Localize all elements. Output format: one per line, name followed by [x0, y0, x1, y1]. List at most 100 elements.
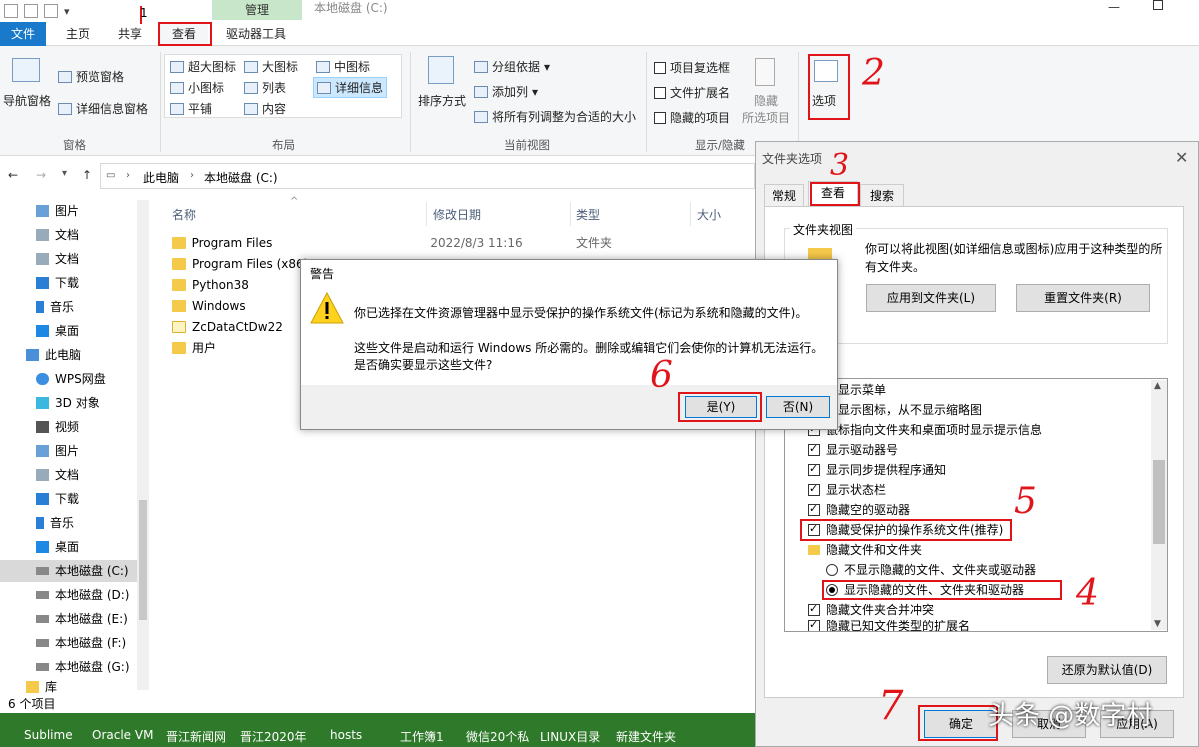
properties-icon[interactable]: [24, 4, 38, 18]
layout-tiles[interactable]: 平铺: [170, 100, 212, 117]
nav-item-downloads-2[interactable]: 下载: [36, 488, 79, 510]
file-row[interactable]: Program Files 2022/8/3 11:16 文件夹: [172, 233, 612, 253]
chevron-down-icon[interactable]: ▾: [62, 168, 67, 179]
nav-item-drive-e[interactable]: 本地磁盘 (E:): [36, 608, 128, 630]
nav-item-drive-g[interactable]: 本地磁盘 (G:): [36, 656, 130, 678]
taskbar-item-wechat[interactable]: 微信20个私: [466, 728, 529, 745]
advanced-list-scrollbar-thumb[interactable]: [1153, 460, 1165, 544]
layout-medium-icons[interactable]: 中图标: [316, 58, 370, 75]
nav-item-pictures[interactable]: 图片: [36, 200, 79, 222]
nav-item-music-2[interactable]: 音乐: [36, 512, 74, 534]
tab-drive-tools[interactable]: 驱动器工具: [216, 22, 296, 46]
restore-defaults-button[interactable]: 还原为默认值(D): [1047, 656, 1167, 684]
item-checkboxes-toggle[interactable]: 项目复选框: [654, 59, 730, 76]
navigation-pane-button[interactable]: 导航窗格: [3, 92, 51, 109]
back-arrow-icon[interactable]: ←: [8, 168, 18, 182]
layout-content[interactable]: 内容: [244, 100, 286, 117]
no-button[interactable]: 否(N): [766, 396, 830, 418]
nav-item-documents[interactable]: 文档: [36, 224, 79, 246]
nav-scrollbar-thumb[interactable]: [139, 500, 147, 620]
taskbar-item-hosts[interactable]: hosts: [330, 728, 362, 742]
maximize-button[interactable]: [1153, 0, 1163, 10]
tab-home[interactable]: 主页: [56, 22, 100, 46]
quick-access-toolbar[interactable]: ▾: [4, 2, 70, 20]
scroll-down-icon[interactable]: ▼: [1154, 619, 1161, 629]
nav-item-desktop-2[interactable]: 桌面: [36, 536, 79, 558]
preview-pane-button[interactable]: 预览窗格: [58, 68, 124, 85]
taskbar-item-virtualbox[interactable]: Oracle VM: [92, 728, 153, 742]
tab-search[interactable]: 搜索: [860, 184, 904, 206]
checkbox[interactable]: [808, 442, 820, 456]
nav-item-videos[interactable]: 视频: [36, 416, 79, 438]
checkbox[interactable]: [654, 61, 666, 74]
nav-item-downloads[interactable]: 下载: [36, 272, 79, 294]
breadcrumb-this-pc[interactable]: 此电脑: [143, 169, 179, 186]
hidden-items-toggle[interactable]: 隐藏的项目: [654, 109, 730, 126]
nav-item-wps-cloud[interactable]: WPS网盘: [36, 368, 106, 390]
reset-folders-button[interactable]: 重置文件夹(R): [1016, 284, 1150, 312]
address-bar[interactable]: [100, 163, 755, 189]
option-show-sync-notifications[interactable]: 显示同步提供程序通知: [808, 460, 946, 480]
close-icon[interactable]: ✕: [1175, 148, 1188, 167]
radio-button[interactable]: [826, 564, 838, 576]
checkbox[interactable]: [654, 86, 666, 99]
nav-item-this-pc[interactable]: 此电脑: [26, 344, 81, 366]
tab-share[interactable]: 共享: [108, 22, 152, 46]
option-show-status-bar[interactable]: 显示状态栏: [808, 480, 886, 500]
add-columns-button[interactable]: 添加列 ▾: [474, 83, 538, 100]
breadcrumb-drive-c[interactable]: 本地磁盘 (C:): [204, 169, 278, 186]
minimize-button[interactable]: —: [1108, 0, 1120, 14]
layout-small-icons[interactable]: 小图标: [170, 79, 224, 96]
new-folder-icon[interactable]: [44, 4, 58, 18]
apply-to-folders-button[interactable]: 应用到文件夹(L): [866, 284, 996, 312]
forward-arrow-icon[interactable]: →: [36, 168, 46, 182]
file-row[interactable]: Windows: [172, 296, 246, 316]
checkbox[interactable]: [808, 482, 820, 496]
option-show-popup-descriptions[interactable]: 鼠标指向文件夹和桌面项时显示提示信息: [808, 420, 1042, 440]
nav-item-documents-2[interactable]: 文档: [36, 248, 79, 270]
checkbox[interactable]: [808, 462, 820, 476]
layout-large-icons[interactable]: 大图标: [244, 58, 298, 75]
file-row[interactable]: Program Files (x86): [172, 254, 308, 274]
chevron-down-icon[interactable]: ▾: [64, 5, 70, 18]
file-extensions-toggle[interactable]: 文件扩展名: [654, 84, 730, 101]
nav-item-music[interactable]: 音乐: [36, 296, 74, 318]
checkbox[interactable]: [808, 602, 820, 616]
file-row[interactable]: ZcDataCtDw22: [172, 317, 283, 337]
option-dont-show-hidden[interactable]: 不显示隐藏的文件、文件夹或驱动器: [826, 560, 1036, 580]
nav-item-pictures-2[interactable]: 图片: [36, 440, 79, 462]
nav-item-drive-c[interactable]: 本地磁盘 (C:): [36, 560, 129, 582]
checkbox[interactable]: [808, 502, 820, 516]
checkbox[interactable]: [654, 111, 666, 124]
option-hide-merge-conflicts[interactable]: 隐藏文件夹合并冲突: [808, 600, 934, 620]
nav-item-documents-3[interactable]: 文档: [36, 464, 79, 486]
taskbar-item-workbook[interactable]: 工作簿1: [400, 728, 444, 745]
taskbar-item-linux[interactable]: LINUX目录: [540, 728, 600, 745]
checkbox[interactable]: [808, 620, 820, 631]
nav-item-desktop[interactable]: 桌面: [36, 320, 79, 342]
group-by-button[interactable]: 分组依据 ▾: [474, 58, 550, 75]
up-arrow-icon[interactable]: ↑: [82, 168, 92, 182]
file-row[interactable]: Python38: [172, 275, 249, 295]
nav-item-libraries[interactable]: 库: [26, 680, 57, 694]
details-pane-button[interactable]: 详细信息窗格: [58, 100, 148, 117]
hide-selected-label-2[interactable]: 所选项目: [742, 109, 790, 126]
taskbar-item-new-folder[interactable]: 新建文件夹: [616, 728, 676, 745]
option-hide-extensions[interactable]: 隐藏已知文件类型的扩展名: [808, 620, 970, 631]
sort-by-button[interactable]: 排序方式: [418, 92, 466, 109]
taskbar-item-news[interactable]: 晋江新闻网: [166, 728, 226, 745]
layout-details[interactable]: 详细信息: [313, 77, 388, 98]
taskbar-item-2020[interactable]: 晋江2020年: [240, 728, 307, 745]
taskbar-item-sublime[interactable]: Sublime: [24, 728, 73, 742]
column-size[interactable]: 大小: [697, 206, 721, 223]
tab-file[interactable]: 文件: [0, 22, 46, 46]
option-hide-empty-drives[interactable]: 隐藏空的驱动器: [808, 500, 910, 520]
layout-list[interactable]: 列表: [244, 79, 286, 96]
nav-item-3d-objects[interactable]: 3D 对象: [36, 392, 100, 414]
nav-item-drive-f[interactable]: 本地磁盘 (F:): [36, 632, 126, 654]
size-all-columns-button[interactable]: 将所有列调整为合适的大小: [474, 108, 636, 125]
column-type[interactable]: 类型: [576, 206, 600, 223]
nav-item-drive-d[interactable]: 本地磁盘 (D:): [36, 584, 129, 606]
hide-selected-label-1[interactable]: 隐藏: [754, 92, 778, 109]
layout-extra-large-icons[interactable]: 超大图标: [170, 58, 236, 75]
